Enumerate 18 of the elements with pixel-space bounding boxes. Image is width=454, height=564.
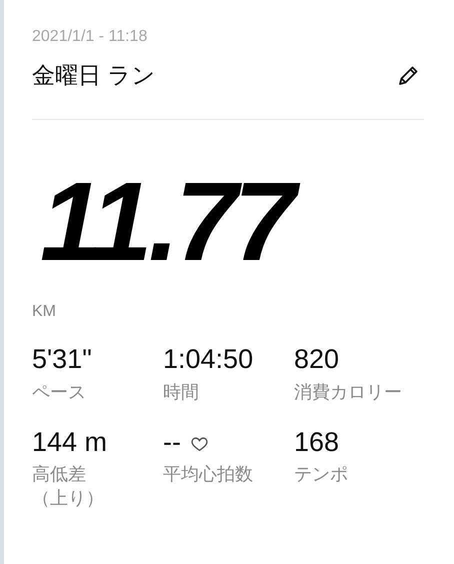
distance-value: 11.77	[40, 160, 302, 284]
stat-value: 168	[294, 426, 340, 458]
edit-icon[interactable]	[396, 64, 420, 88]
stat-label: 平均心拍数	[163, 463, 254, 486]
stat-value: 820	[294, 343, 340, 376]
stat-label: 時間	[163, 380, 200, 404]
stat-label: テンポ	[294, 463, 349, 486]
date-time: 2021/1/1 - 11:18	[32, 28, 148, 46]
stat-label: 消費カロリー	[294, 380, 403, 404]
stat-label: ペース	[32, 380, 87, 404]
activity-title: 金曜日 ラン	[32, 61, 156, 90]
stat-value: 5'31"	[32, 343, 93, 376]
stat-label: 高低差 （上り）	[32, 463, 105, 510]
stat-value: --	[163, 426, 181, 458]
stat-value: 1:04:50	[163, 343, 254, 376]
distance-unit: KM	[32, 303, 57, 322]
stat-value: 144 m	[32, 426, 108, 458]
heart-icon	[190, 436, 208, 452]
